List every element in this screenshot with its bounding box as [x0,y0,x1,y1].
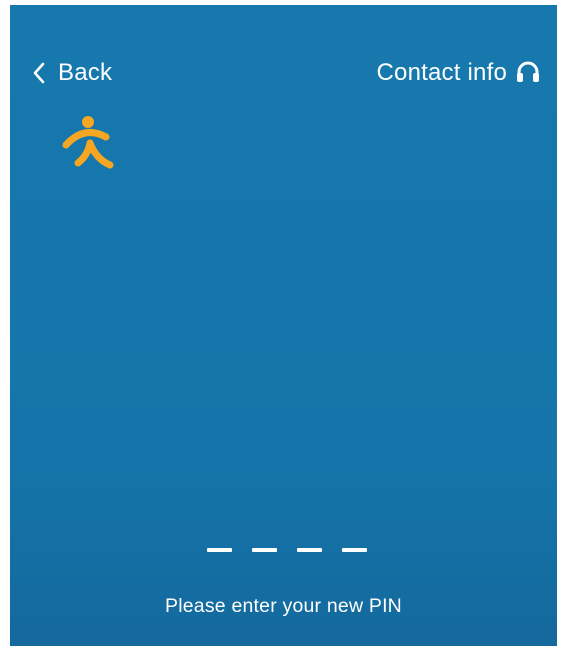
pin-prompt-text: Please enter your new PIN [165,595,402,617]
pin-digit-slot [207,548,232,552]
back-button[interactable]: Back [32,57,112,89]
back-label: Back [58,59,113,86]
pin-digit-slot [297,548,322,552]
chevron-left-icon [32,59,50,87]
contact-info-button[interactable]: Contact info [377,57,543,89]
headset-icon [515,59,543,87]
contact-info-label: Contact info [376,59,507,86]
pin-digit-slot [342,548,367,552]
pin-entry-screen: Back Contact info Please enter your new … [10,5,557,646]
pin-digit-slot [252,548,277,552]
running-figure-logo [60,113,116,173]
pin-indicator [207,548,367,556]
